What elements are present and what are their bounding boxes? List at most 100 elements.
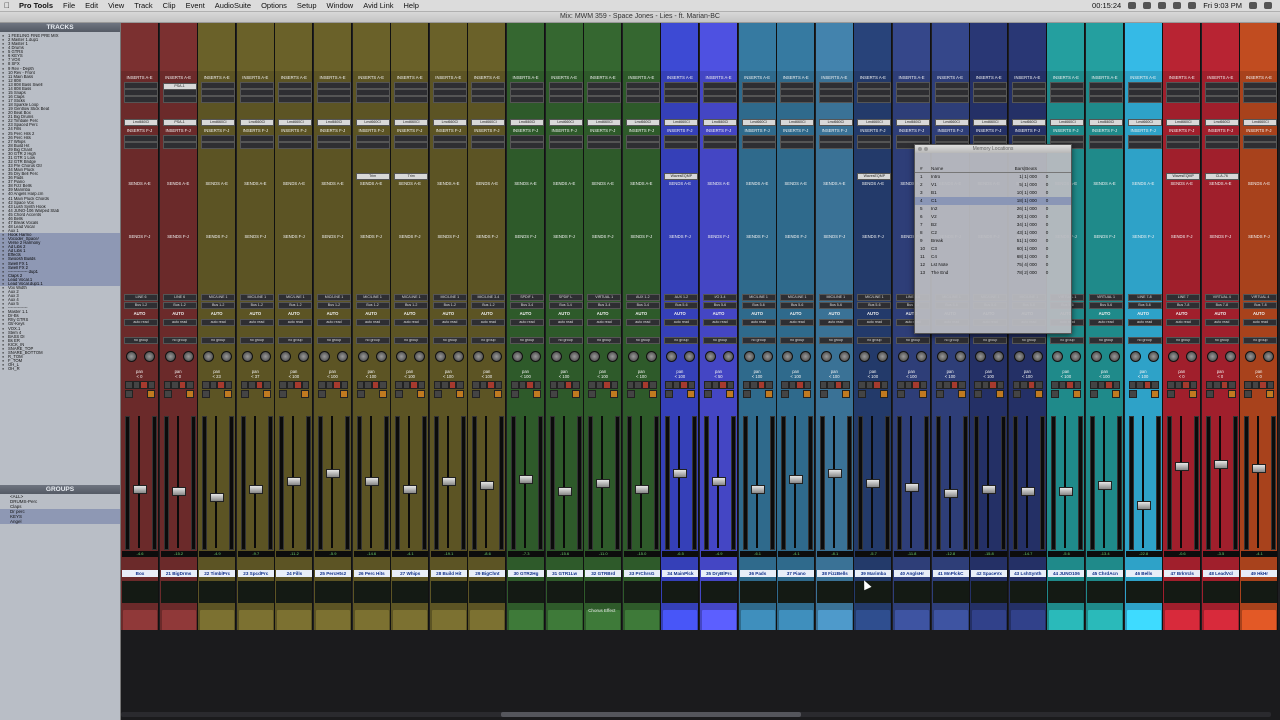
group-selector[interactable]: no group (317, 337, 351, 344)
strip-button-i[interactable] (224, 381, 233, 389)
strip-button-m[interactable] (919, 390, 927, 398)
group-selector[interactable]: no group (1243, 337, 1278, 344)
strip-button-s[interactable] (588, 390, 597, 398)
insert-slot[interactable] (201, 135, 236, 142)
insert-slot-lmd660[interactable]: Lmd660Cl (1204, 119, 1239, 126)
output-selector[interactable]: Bus 7-8 (1243, 302, 1278, 309)
volume-fader[interactable] (634, 485, 649, 495)
track-name[interactable]: 36 Pads (739, 570, 776, 577)
strip-button-r[interactable] (178, 381, 187, 389)
strip-button-s[interactable] (1012, 381, 1021, 389)
group-selector[interactable]: no group (510, 337, 544, 344)
pan-knob[interactable] (550, 351, 562, 362)
pan-knob[interactable] (936, 351, 948, 362)
insert-slot[interactable] (1089, 96, 1123, 103)
insert-slot[interactable] (1050, 135, 1085, 142)
strip-button-s[interactable] (858, 390, 867, 398)
track-name[interactable]: 40 AnglsHr (894, 570, 930, 577)
pan-knob[interactable] (473, 351, 485, 362)
strip-button-m[interactable] (1073, 390, 1082, 398)
menu-app-name[interactable]: Pro Tools (14, 1, 58, 10)
volume-fader[interactable] (248, 485, 263, 495)
insert-slot[interactable] (124, 89, 158, 96)
window-title-bar[interactable]: Mix: MWM 359 - Space Jones - Lies - ft. … (0, 12, 1280, 23)
pan-knob[interactable] (993, 351, 1005, 362)
strip-button-m[interactable] (648, 390, 657, 398)
volume-fader[interactable] (827, 469, 842, 479)
strip-button-m[interactable] (1213, 381, 1221, 389)
strip-button-s[interactable] (1128, 390, 1137, 398)
pan-knob[interactable] (1224, 351, 1236, 362)
track-name[interactable]: 29 BigChnt (469, 570, 506, 577)
track-name[interactable]: 39 Marimba (855, 570, 892, 577)
insert-slot-lmd660[interactable]: Lmd660Cl (510, 119, 544, 126)
strip-button-i[interactable] (880, 381, 889, 389)
strip-button-r[interactable] (1182, 381, 1190, 389)
memory-location-row[interactable]: 4 C1 18| 1| 000 0 (915, 197, 1071, 205)
insert-slot[interactable] (780, 96, 815, 103)
insert-slot[interactable] (1127, 82, 1162, 89)
track-list[interactable]: ● 1 FEELING FINE PRE MIX ● 2 Master 1.dup1 ●… (0, 32, 120, 486)
strip-button-i[interactable] (340, 381, 348, 389)
insert-slot[interactable] (1243, 135, 1278, 142)
strip-button-m[interactable] (750, 381, 758, 389)
volume-fader[interactable] (673, 469, 688, 479)
strip-button-i[interactable] (1073, 381, 1082, 389)
insert-slot[interactable] (587, 89, 622, 96)
insert-slot[interactable] (548, 142, 583, 149)
strip-button-m[interactable] (1189, 390, 1198, 398)
insert-slot[interactable] (548, 96, 583, 103)
pan-knob[interactable] (319, 351, 330, 362)
pan-knob[interactable] (375, 351, 387, 362)
strip-button-r[interactable] (487, 381, 495, 389)
pan-knob[interactable] (221, 351, 233, 362)
insert-slot[interactable] (162, 135, 197, 142)
automation-mode-selector[interactable]: auto read (1127, 319, 1162, 326)
insert-slot-plugin[interactable]: Trim (355, 173, 390, 180)
insert-slot[interactable] (703, 89, 737, 96)
strip-button-i[interactable] (417, 381, 426, 389)
strip-button-r[interactable] (796, 381, 804, 389)
input-selector[interactable]: MIC/LINE 1 (278, 294, 313, 301)
group-selector[interactable]: no group (548, 337, 583, 344)
group-list-item[interactable]: Angel (0, 519, 120, 524)
track-name[interactable]: 35 DryBlPrc (701, 570, 737, 577)
output-selector[interactable]: Bus 1-2 (471, 302, 506, 309)
insert-slot-lmd660[interactable]: Lmd660Cl (703, 119, 737, 126)
pan-knob[interactable] (1070, 351, 1082, 362)
strip-button-r[interactable] (140, 381, 148, 389)
track-color-swatch[interactable] (1203, 610, 1238, 630)
output-selector[interactable]: Bus 1-2 (124, 302, 158, 309)
strip-button-s[interactable] (240, 381, 249, 389)
insert-slot[interactable] (317, 82, 351, 89)
insert-slot[interactable] (703, 142, 737, 149)
strip-button-r[interactable] (1220, 381, 1229, 389)
strip-button-m[interactable] (402, 381, 411, 389)
strip-button-m[interactable] (518, 381, 526, 389)
pan-knob[interactable] (1263, 351, 1275, 362)
memory-location-row[interactable]: 6 V2 30| 1| 000 0 (915, 213, 1071, 221)
automation-mode-selector[interactable]: auto read (355, 319, 390, 326)
strip-button-m[interactable] (711, 381, 719, 389)
track-color-swatch[interactable] (817, 610, 852, 630)
strip-button-m[interactable] (248, 381, 256, 389)
output-selector[interactable]: Bus 1-2 (355, 302, 390, 309)
track-color-swatch[interactable] (547, 610, 582, 630)
strip-button-s[interactable] (511, 381, 519, 389)
track-color-swatch[interactable] (1088, 610, 1122, 630)
automation-mode-selector[interactable]: auto read (510, 319, 544, 326)
strip-button-s[interactable] (1205, 390, 1214, 398)
track-color-swatch[interactable] (354, 610, 389, 630)
input-selector[interactable]: VIRTUAL 1 (587, 294, 622, 301)
strip-button-s[interactable] (511, 390, 519, 398)
strip-button-r[interactable] (912, 381, 920, 389)
input-selector[interactable]: MIC/LINE 3-4 (471, 294, 506, 301)
strip-button-i[interactable] (803, 381, 812, 389)
track-name[interactable]: 49 HkHr (1241, 570, 1278, 577)
insert-slot[interactable] (1243, 89, 1278, 96)
input-selector[interactable]: AUX 1-2 (664, 294, 699, 301)
memory-locations-window[interactable]: Memory Locations # Name Bars|Beats 1 Intr… (914, 144, 1072, 334)
automation-mode-selector[interactable]: auto read (741, 319, 776, 326)
strip-button-i[interactable] (649, 381, 657, 389)
track-name[interactable]: 47 BrkVcls (1164, 570, 1201, 577)
